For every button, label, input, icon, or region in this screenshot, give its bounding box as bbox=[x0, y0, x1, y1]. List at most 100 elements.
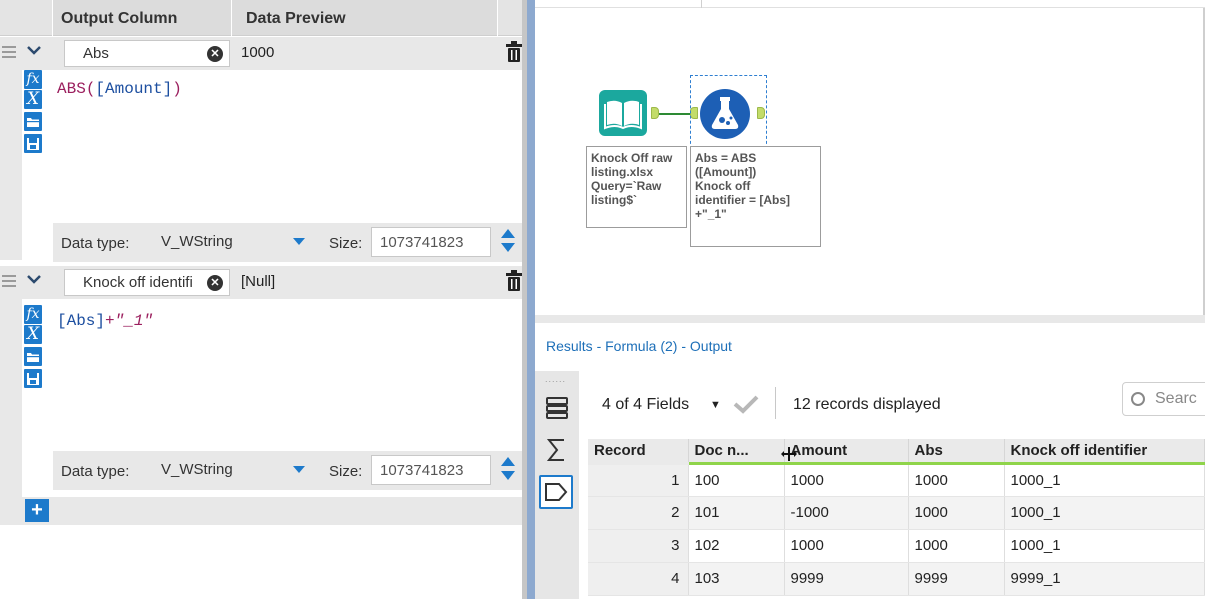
column-header[interactable]: Knock off identifier bbox=[1004, 439, 1205, 465]
fields-selector[interactable]: 4 of 4 Fields bbox=[602, 396, 689, 414]
table-cell[interactable]: 1000 bbox=[908, 529, 1005, 563]
table-row[interactable]: 2 101 -1000 1000 1000_1 bbox=[588, 496, 1205, 530]
results-splitter[interactable] bbox=[535, 315, 1205, 323]
datatype-label: Data type: bbox=[61, 235, 130, 252]
size-spinner[interactable] bbox=[499, 229, 517, 255]
spinner-down-icon[interactable] bbox=[501, 471, 515, 480]
clear-icon[interactable]: ✕ bbox=[207, 275, 223, 291]
size-spinner[interactable] bbox=[499, 457, 517, 483]
table-cell[interactable]: 1000 bbox=[908, 496, 1005, 530]
output-column-field[interactable]: Knock off identifi ✕ bbox=[64, 269, 230, 296]
table-cell[interactable]: 1000 bbox=[784, 529, 909, 563]
table-cell[interactable]: -1000 bbox=[784, 496, 909, 530]
variable-icon[interactable]: X bbox=[24, 325, 42, 344]
open-folder-icon[interactable] bbox=[24, 347, 42, 366]
output-column-header[interactable]: Output Column bbox=[53, 0, 231, 36]
fx-icon[interactable]: fx bbox=[24, 305, 42, 324]
column-header[interactable]: Doc n... bbox=[688, 439, 785, 465]
size-input[interactable]: 1073741823 bbox=[371, 455, 491, 485]
check-icon[interactable] bbox=[732, 393, 760, 415]
table-header-row: Record Doc n... Amount Abs Knock off ide… bbox=[588, 439, 1205, 465]
size-value: 1073741823 bbox=[380, 462, 464, 479]
annotation-line: +"_1" bbox=[695, 207, 727, 221]
drag-handle-icon[interactable] bbox=[2, 275, 16, 289]
output-column-field[interactable]: Abs ✕ bbox=[64, 40, 230, 67]
expression-toolbar: fx X bbox=[22, 70, 55, 222]
datatype-dropdown[interactable]: V_WString bbox=[149, 227, 315, 257]
table-cell[interactable]: 1000_1 bbox=[1004, 496, 1205, 530]
add-expression-button[interactable]: + bbox=[25, 499, 49, 522]
app-root: Output Column Data Preview Abs ✕ 1000 fx… bbox=[0, 0, 1205, 599]
input-tool-annotation: Knock Off raw listing.xlsx Query=`Raw li… bbox=[586, 146, 687, 228]
size-label: Size: bbox=[329, 235, 363, 252]
panel-splitter[interactable] bbox=[527, 0, 535, 599]
table-row[interactable]: 4 103 9999 9999 9999_1 bbox=[588, 562, 1205, 596]
record-number: 4 bbox=[588, 562, 689, 596]
table-cell[interactable]: 103 bbox=[688, 562, 785, 596]
records-count: 12 records displayed bbox=[793, 396, 941, 413]
search-input[interactable]: Searc bbox=[1122, 382, 1205, 416]
chevron-down-icon[interactable] bbox=[27, 42, 41, 58]
output-anchor[interactable] bbox=[651, 107, 659, 119]
table-row[interactable]: 3 102 1000 1000 1000_1 bbox=[588, 529, 1205, 563]
table-cell[interactable]: 1000 bbox=[908, 463, 1005, 497]
expression-editor[interactable]: ABS([Amount]) bbox=[57, 80, 182, 98]
save-icon[interactable] bbox=[24, 134, 42, 153]
datatype-row-abs: Data type: V_WString Size: 1073741823 bbox=[53, 223, 527, 262]
spinner-up-icon[interactable] bbox=[501, 229, 515, 238]
data-preview-header[interactable]: Data Preview bbox=[232, 0, 497, 36]
expression-field: [Abs] bbox=[57, 312, 106, 330]
tag-icon[interactable] bbox=[539, 475, 573, 509]
results-panel: Results - Formula (2) - Output ...... 4 … bbox=[535, 323, 1205, 599]
table-cell[interactable]: 9999_1 bbox=[1004, 562, 1205, 596]
grip-dots: ...... bbox=[545, 374, 567, 384]
dropdown-arrow-icon bbox=[293, 238, 305, 245]
sum-icon[interactable] bbox=[544, 437, 570, 463]
save-icon[interactable] bbox=[24, 369, 42, 388]
clear-icon[interactable]: ✕ bbox=[207, 46, 223, 62]
formula-tool[interactable] bbox=[698, 87, 752, 141]
add-expression-row: + bbox=[0, 497, 527, 525]
tool-connection[interactable] bbox=[659, 113, 692, 115]
annotation-line: Query=`Raw bbox=[591, 179, 662, 193]
spinner-up-icon[interactable] bbox=[501, 457, 515, 466]
trash-icon[interactable] bbox=[505, 270, 523, 292]
expression-toolbar: fx X bbox=[22, 299, 55, 449]
table-cell[interactable]: 9999 bbox=[784, 562, 909, 596]
book-icon bbox=[599, 90, 647, 136]
table-cell[interactable]: 9999 bbox=[908, 562, 1005, 596]
expression-field: [Amount] bbox=[95, 80, 173, 98]
table-cell[interactable]: 1000_1 bbox=[1004, 463, 1205, 497]
table-cell[interactable]: 1000 bbox=[784, 463, 909, 497]
output-anchor[interactable] bbox=[757, 107, 765, 119]
table-cell[interactable]: 101 bbox=[688, 496, 785, 530]
table-view-icon[interactable] bbox=[544, 395, 570, 421]
drag-handle-icon[interactable] bbox=[2, 46, 16, 60]
variable-icon[interactable]: X bbox=[24, 90, 42, 109]
search-placeholder: Searc bbox=[1155, 390, 1197, 407]
trash-icon[interactable] bbox=[505, 41, 523, 63]
open-folder-icon[interactable] bbox=[24, 112, 42, 131]
table-row[interactable]: 1 100 1000 1000 1000_1 bbox=[588, 463, 1205, 497]
input-data-tool[interactable] bbox=[599, 90, 647, 136]
datatype-value: V_WString bbox=[161, 461, 233, 478]
chevron-down-icon[interactable] bbox=[27, 271, 41, 287]
table-cell[interactable]: 1000_1 bbox=[1004, 529, 1205, 563]
fx-icon[interactable]: fx bbox=[24, 70, 42, 89]
table-cell[interactable]: 100 bbox=[688, 463, 785, 497]
output-column-name: Knock off identifi bbox=[83, 274, 193, 291]
size-input[interactable]: 1073741823 bbox=[371, 227, 491, 257]
column-header[interactable]: Record bbox=[588, 439, 689, 465]
header-handle-cell bbox=[0, 0, 52, 36]
column-header[interactable]: Abs bbox=[908, 439, 1005, 465]
resize-cursor-icon bbox=[781, 446, 797, 462]
workflow-canvas[interactable]: Knock Off raw listing.xlsx Query=`Raw li… bbox=[535, 0, 1205, 315]
table-cell[interactable]: 102 bbox=[688, 529, 785, 563]
spinner-down-icon[interactable] bbox=[501, 243, 515, 252]
dropdown-arrow-icon[interactable]: ▼ bbox=[710, 399, 721, 411]
expression-editor[interactable]: [Abs]+"_1" bbox=[57, 312, 153, 330]
datatype-dropdown[interactable]: V_WString bbox=[149, 455, 315, 485]
expression-close-paren: ) bbox=[172, 80, 182, 98]
annotation-line: listing.xlsx bbox=[591, 165, 654, 179]
column-header[interactable]: Amount bbox=[784, 439, 909, 465]
